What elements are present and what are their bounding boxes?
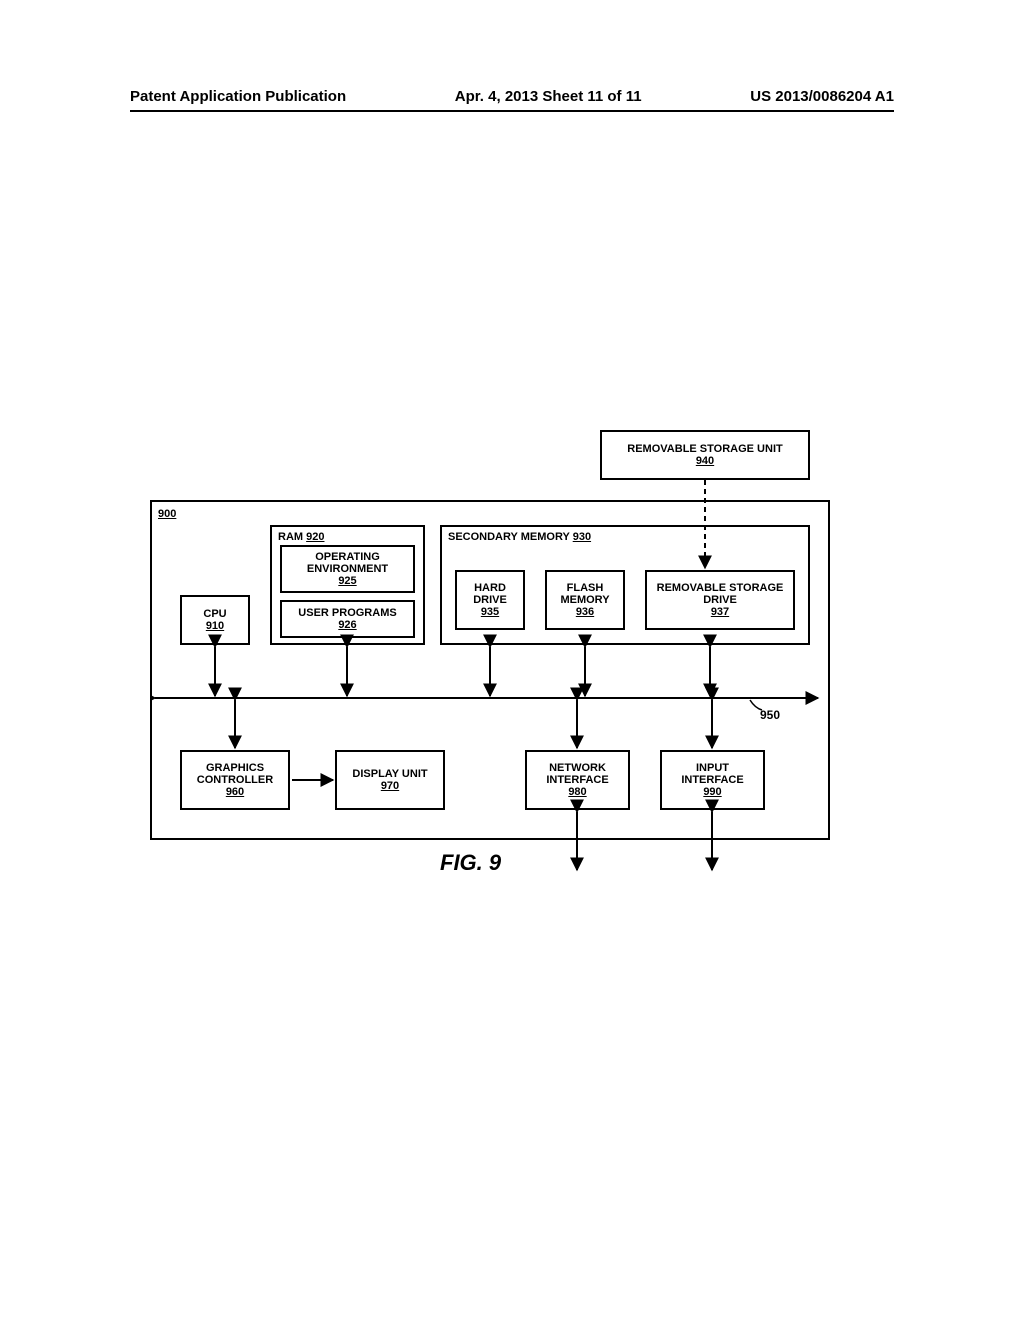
page-header: Patent Application Publication Apr. 4, 2… xyxy=(130,88,894,105)
block-removable-storage-drive: REMOVABLE STORAGE DRIVE 937 xyxy=(645,570,795,630)
ref-num: 937 xyxy=(711,606,729,618)
label: HARD DRIVE xyxy=(460,582,520,606)
label: FLASH MEMORY xyxy=(550,582,620,606)
label: REMOVABLE STORAGE UNIT xyxy=(627,443,782,455)
ref-num: 920 xyxy=(306,531,324,543)
ref-num: 980 xyxy=(568,786,586,798)
label: USER PROGRAMS xyxy=(298,607,396,619)
label: DISPLAY UNIT xyxy=(352,768,427,780)
block-graphics-controller: GRAPHICS CONTROLLER 960 xyxy=(180,750,290,810)
ref-num: 910 xyxy=(206,620,224,632)
label: CPU xyxy=(203,608,226,620)
label: OPERATING ENVIRONMENT xyxy=(285,551,410,575)
block-operating-environment: OPERATING ENVIRONMENT 925 xyxy=(280,545,415,593)
block-flash-memory: FLASH MEMORY 936 xyxy=(545,570,625,630)
label: RAM xyxy=(278,531,303,543)
ram-title: RAM 920 xyxy=(278,531,324,543)
ref-num: 930 xyxy=(573,531,591,543)
ref-num: 935 xyxy=(481,606,499,618)
ref-num: 970 xyxy=(381,780,399,792)
header-left: Patent Application Publication xyxy=(130,88,346,105)
bus-ref: 950 xyxy=(760,708,780,722)
system-ref: 900 xyxy=(158,508,176,520)
block-display-unit: DISPLAY UNIT 970 xyxy=(335,750,445,810)
block-input-interface: INPUT INTERFACE 990 xyxy=(660,750,765,810)
ref-num: 960 xyxy=(226,786,244,798)
diagram: REMOVABLE STORAGE UNIT 940 900 CPU 910 R… xyxy=(150,430,870,880)
block-user-programs: USER PROGRAMS 926 xyxy=(280,600,415,638)
block-removable-storage-unit: REMOVABLE STORAGE UNIT 940 xyxy=(600,430,810,480)
ref-num: 936 xyxy=(576,606,594,618)
block-hard-drive: HARD DRIVE 935 xyxy=(455,570,525,630)
header-rule xyxy=(130,110,894,112)
label: NETWORK INTERFACE xyxy=(530,762,625,786)
ref-num: 990 xyxy=(703,786,721,798)
ref-num: 926 xyxy=(338,619,356,631)
header-middle: Apr. 4, 2013 Sheet 11 of 11 xyxy=(455,88,642,105)
figure-caption: FIG. 9 xyxy=(440,850,501,876)
secmem-title: SECONDARY MEMORY 930 xyxy=(448,531,591,543)
label: GRAPHICS CONTROLLER xyxy=(185,762,285,786)
ref-num: 925 xyxy=(338,575,356,587)
label: INPUT INTERFACE xyxy=(665,762,760,786)
header-right: US 2013/0086204 A1 xyxy=(750,88,894,105)
bus-ref-label: 950 xyxy=(760,708,780,722)
label: REMOVABLE STORAGE DRIVE xyxy=(650,582,790,606)
ref-num: 940 xyxy=(696,455,714,467)
label: SECONDARY MEMORY xyxy=(448,531,570,543)
block-network-interface: NETWORK INTERFACE 980 xyxy=(525,750,630,810)
block-cpu: CPU 910 xyxy=(180,595,250,645)
